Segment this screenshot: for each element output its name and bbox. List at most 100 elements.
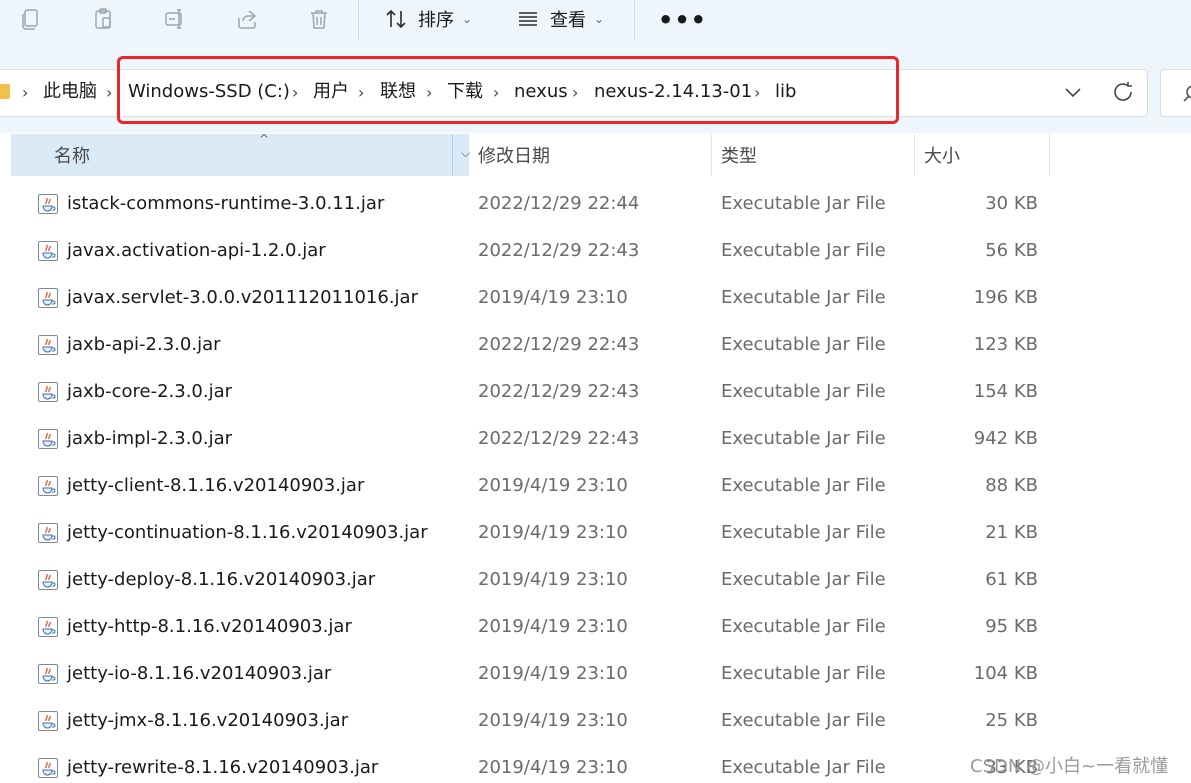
file-list: istack-commons-runtime-3.0.11.jar 2022/12… xyxy=(0,180,1191,783)
file-type: Executable Jar File xyxy=(721,193,886,214)
command-bar: 排序 ⌄ 查看 ⌄ ••• xyxy=(0,0,1191,57)
file-size: 88 KB xyxy=(985,475,1038,496)
file-date: 2022/12/29 22:43 xyxy=(478,381,640,402)
sort-button[interactable]: 排序 ⌄ xyxy=(384,4,472,34)
file-date: 2019/4/19 23:10 xyxy=(478,757,628,778)
file-size: 196 KB xyxy=(973,287,1038,308)
file-date: 2019/4/19 23:10 xyxy=(478,287,628,308)
java-file-icon xyxy=(38,382,58,402)
search-icon xyxy=(1183,85,1191,102)
file-row[interactable]: jaxb-core-2.3.0.jar 2022/12/29 22:43 Execu… xyxy=(0,368,1191,415)
file-type: Executable Jar File xyxy=(721,240,886,261)
breadcrumb-lenovo[interactable]: 联想 xyxy=(380,81,416,103)
chevron-down-icon: ⌄ xyxy=(462,12,473,26)
breadcrumb-this-pc[interactable]: 此电脑 xyxy=(43,81,97,103)
chevron-down-icon[interactable] xyxy=(1062,81,1084,103)
java-file-icon xyxy=(38,664,58,684)
java-file-icon xyxy=(38,523,58,543)
file-name: istack-commons-runtime-3.0.11.jar xyxy=(67,193,385,214)
file-name: javax.activation-api-1.2.0.jar xyxy=(67,240,326,261)
file-row[interactable]: jetty-http-8.1.16.v20140903.jar 2019/4/19… xyxy=(0,603,1191,650)
java-file-icon xyxy=(38,476,58,496)
column-name-label: 名称 xyxy=(54,146,90,167)
file-type: Executable Jar File xyxy=(721,569,886,590)
file-name: javax.servlet-3.0.0.v201112011016.jar xyxy=(67,287,418,308)
file-type: Executable Jar File xyxy=(721,381,886,402)
breadcrumb-separator: › xyxy=(292,83,299,102)
java-file-icon xyxy=(38,617,58,637)
file-row[interactable]: jetty-io-8.1.16.v20140903.jar 2019/4/19 2… xyxy=(0,650,1191,697)
breadcrumb-users[interactable]: 用户 xyxy=(313,81,349,103)
breadcrumb-downloads[interactable]: 下载 xyxy=(447,81,483,103)
rename-icon[interactable] xyxy=(160,4,190,34)
chevron-down-icon[interactable]: ⌵ xyxy=(461,146,470,161)
search-input[interactable] xyxy=(1160,69,1191,117)
paste-icon[interactable] xyxy=(88,4,118,34)
file-size: 25 KB xyxy=(985,710,1038,731)
more-options-button[interactable]: ••• xyxy=(658,6,707,34)
file-size: 61 KB xyxy=(985,569,1038,590)
refresh-icon[interactable] xyxy=(1110,79,1136,105)
column-header-date[interactable]: 修改日期 xyxy=(470,134,712,176)
file-row[interactable]: jaxb-api-2.3.0.jar 2022/12/29 22:43 Execut… xyxy=(0,321,1191,368)
file-size: 21 KB xyxy=(985,522,1038,543)
folder-icon xyxy=(0,84,10,99)
breadcrumb-separator: › xyxy=(426,83,433,102)
file-date: 2022/12/29 22:44 xyxy=(478,193,640,214)
java-file-icon xyxy=(38,241,58,261)
watermark: CSDN @小白~一看就懂 xyxy=(970,756,1169,777)
file-name: jaxb-api-2.3.0.jar xyxy=(67,334,221,355)
chevron-down-icon: ⌄ xyxy=(594,12,605,26)
file-row[interactable]: javax.activation-api-1.2.0.jar 2022/12/29… xyxy=(0,227,1191,274)
column-date-label: 修改日期 xyxy=(478,146,550,167)
file-type: Executable Jar File xyxy=(721,428,886,449)
file-name: jetty-http-8.1.16.v20140903.jar xyxy=(67,616,352,637)
file-row[interactable]: jetty-jmx-8.1.16.v20140903.jar 2019/4/19 … xyxy=(0,697,1191,744)
file-date: 2019/4/19 23:10 xyxy=(478,475,628,496)
delete-icon[interactable] xyxy=(304,4,334,34)
java-file-icon xyxy=(38,429,58,449)
column-size-label: 大小 xyxy=(924,146,960,167)
copy-icon[interactable] xyxy=(16,4,46,34)
breadcrumb-separator: › xyxy=(106,83,113,102)
breadcrumb-lib[interactable]: lib xyxy=(775,81,796,103)
file-name: jetty-continuation-8.1.16.v20140903.jar xyxy=(67,522,428,543)
file-row[interactable]: jetty-continuation-8.1.16.v20140903.jar 2… xyxy=(0,509,1191,556)
column-header-type[interactable]: 类型 xyxy=(713,134,915,176)
file-row[interactable]: jaxb-impl-2.3.0.jar 2022/12/29 22:43 Execu… xyxy=(0,415,1191,462)
file-type: Executable Jar File xyxy=(721,334,886,355)
breadcrumb-separator: › xyxy=(22,83,29,102)
sort-label: 排序 xyxy=(418,10,454,31)
java-file-icon xyxy=(38,570,58,590)
breadcrumb-nexus-version[interactable]: nexus-2.14.13-01 xyxy=(594,81,752,103)
file-name: jaxb-core-2.3.0.jar xyxy=(67,381,233,402)
file-size: 123 KB xyxy=(973,334,1038,355)
address-row: › 此电脑 › Windows-SSD (C:) › 用户 › 联想 › 下载 … xyxy=(0,57,1191,133)
file-date: 2019/4/19 23:10 xyxy=(478,616,628,637)
breadcrumb-nexus[interactable]: nexus xyxy=(514,81,568,103)
file-size: 95 KB xyxy=(985,616,1038,637)
file-date: 2022/12/29 22:43 xyxy=(478,240,640,261)
java-file-icon xyxy=(38,335,58,355)
file-row[interactable]: istack-commons-runtime-3.0.11.jar 2022/12… xyxy=(0,180,1191,227)
file-row[interactable]: javax.servlet-3.0.0.v201112011016.jar 201… xyxy=(0,274,1191,321)
column-header-size[interactable]: 大小 xyxy=(916,134,1050,176)
view-button[interactable]: 查看 ⌄ xyxy=(516,4,604,34)
file-row[interactable]: jetty-client-8.1.16.v20140903.jar 2019/4/… xyxy=(0,462,1191,509)
share-icon[interactable] xyxy=(232,4,262,34)
file-name: jetty-client-8.1.16.v20140903.jar xyxy=(67,475,365,496)
java-file-icon xyxy=(38,711,58,731)
file-date: 2019/4/19 23:10 xyxy=(478,522,628,543)
file-size: 154 KB xyxy=(973,381,1038,402)
view-list-icon xyxy=(519,12,537,26)
breadcrumb-drive-c[interactable]: Windows-SSD (C:) xyxy=(128,81,290,103)
file-row[interactable]: jetty-deploy-8.1.16.v20140903.jar 2019/4/… xyxy=(0,556,1191,603)
sort-ascending-icon: ^ xyxy=(259,132,270,146)
file-type: Executable Jar File xyxy=(721,663,886,684)
column-header-name[interactable]: 名称 ^ ⌵ xyxy=(11,132,470,176)
breadcrumb-separator: › xyxy=(493,83,500,102)
file-size: 56 KB xyxy=(985,240,1038,261)
file-size: 104 KB xyxy=(973,663,1038,684)
breadcrumb-separator: › xyxy=(358,83,365,102)
file-date: 2019/4/19 23:10 xyxy=(478,663,628,684)
